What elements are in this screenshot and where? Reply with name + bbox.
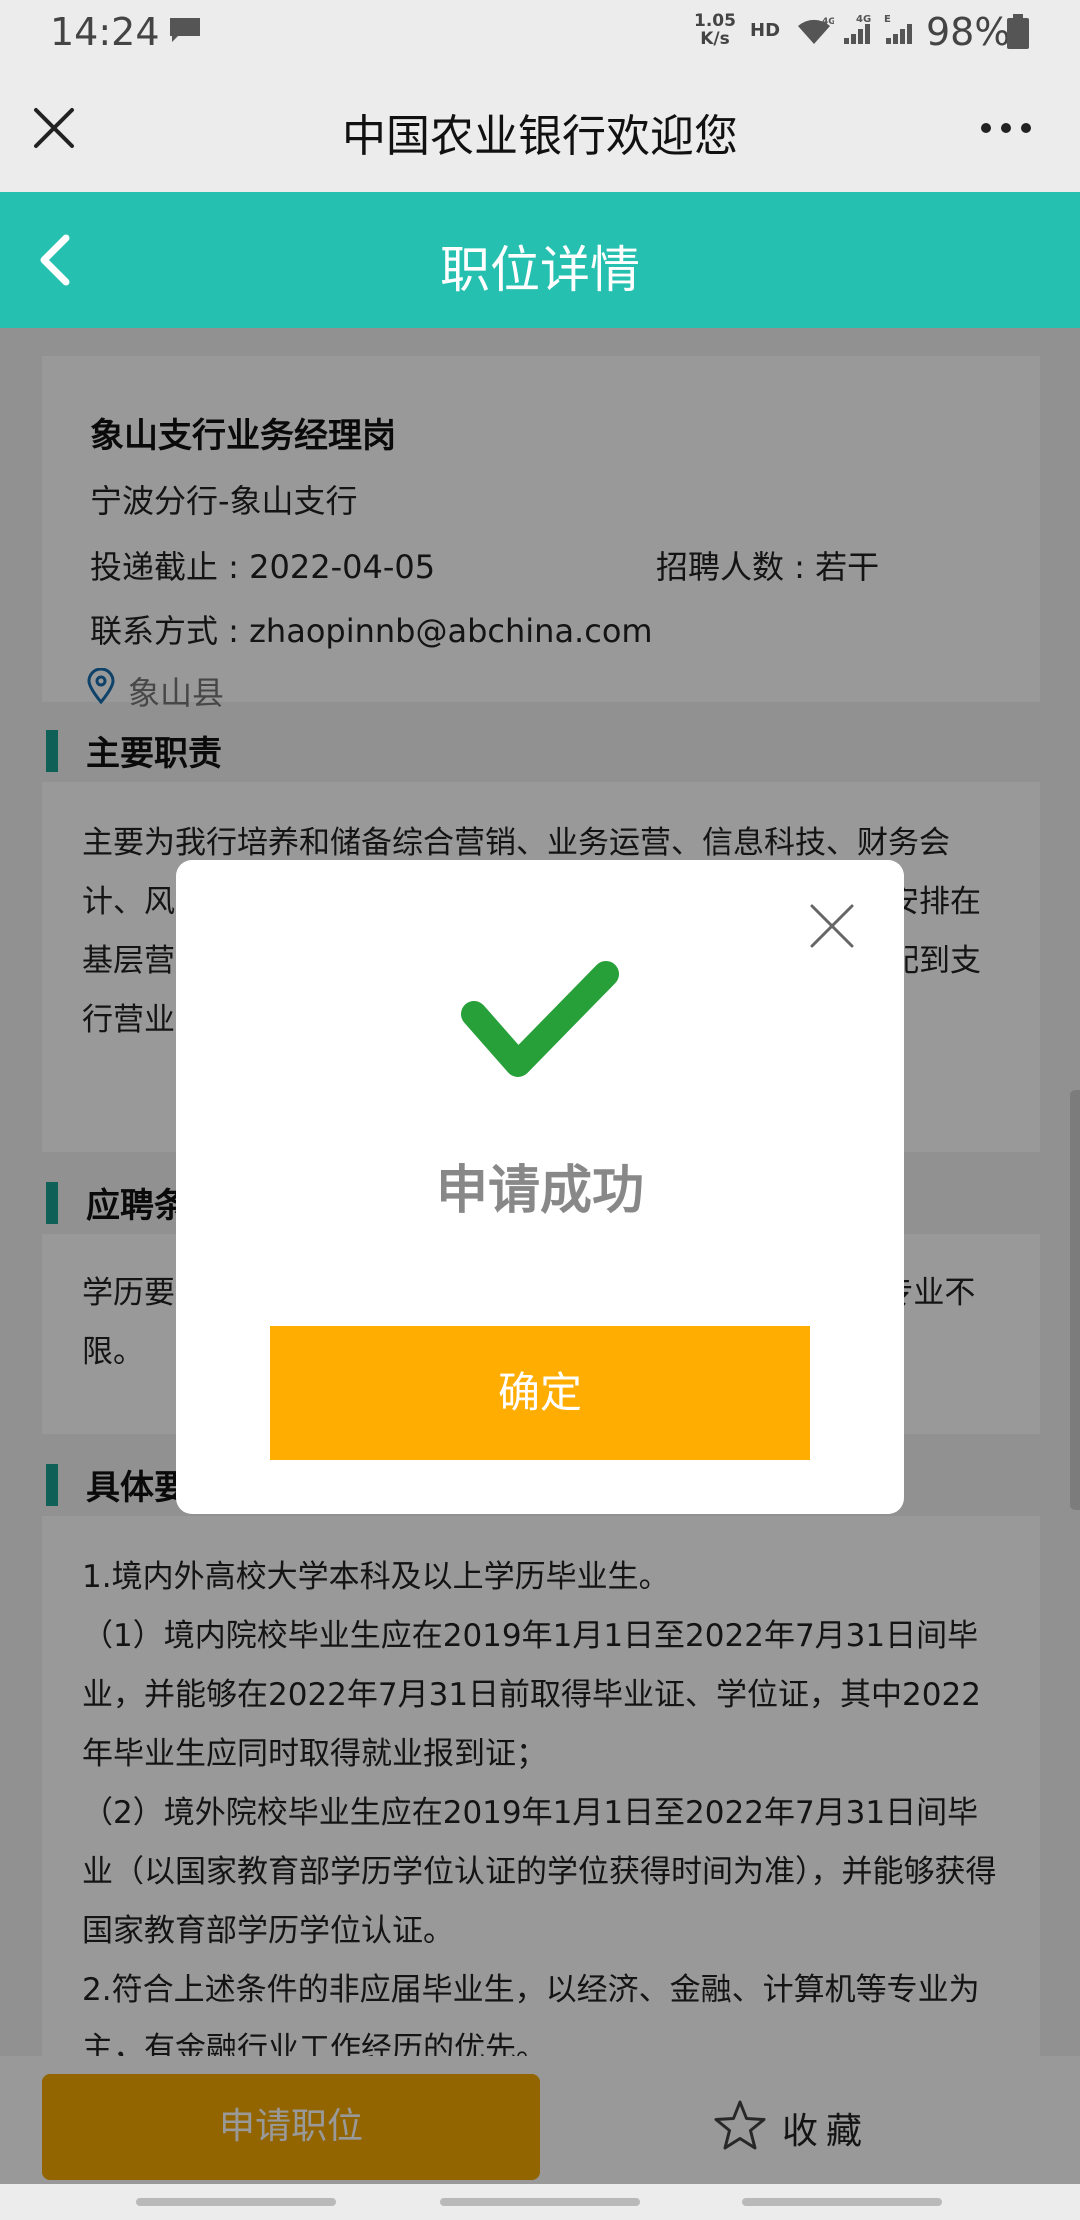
dialog-title: 申请成功 [435,1161,644,1221]
signal-4g-label: 4G [856,14,871,25]
wifi-icon: 4G [798,17,834,44]
confirm-button[interactable]: 确定 [270,1326,810,1460]
browser-header: 中国农业银行欢迎您 [0,64,1080,192]
system-nav-bar [0,2184,1080,2220]
network-speed-unit: K/s [700,29,730,49]
signal-icon-secondary: E [884,14,912,44]
close-icon[interactable] [808,902,856,950]
network-speed-value: 1.05 [694,11,736,31]
network-speed: 1.05 K/s [694,12,736,48]
status-time: 14:24 [50,10,160,54]
nav-pill-recent[interactable] [136,2198,336,2206]
page-title: 职位详情 [440,241,640,299]
battery-percent: 98% [926,10,1011,54]
success-dialog: 申请成功 确定 [176,860,904,1514]
svg-text:E: E [884,14,891,25]
nav-pill-back[interactable] [742,2198,942,2206]
svg-text:4G: 4G [822,17,834,27]
more-icon[interactable] [978,118,1034,138]
message-icon [170,18,200,42]
checkmark-icon [461,961,619,1077]
signal-icon: 4G [844,14,871,44]
nav-pill-home[interactable] [440,2198,640,2206]
battery-icon [1007,14,1029,49]
browser-title: 中国农业银行欢迎您 [342,111,738,162]
hd-badge: HD [750,20,781,41]
status-bar: 14:24 1.05 K/s HD 4G 4G E 98% [0,0,1080,64]
page-navbar: 职位详情 [0,192,1080,328]
